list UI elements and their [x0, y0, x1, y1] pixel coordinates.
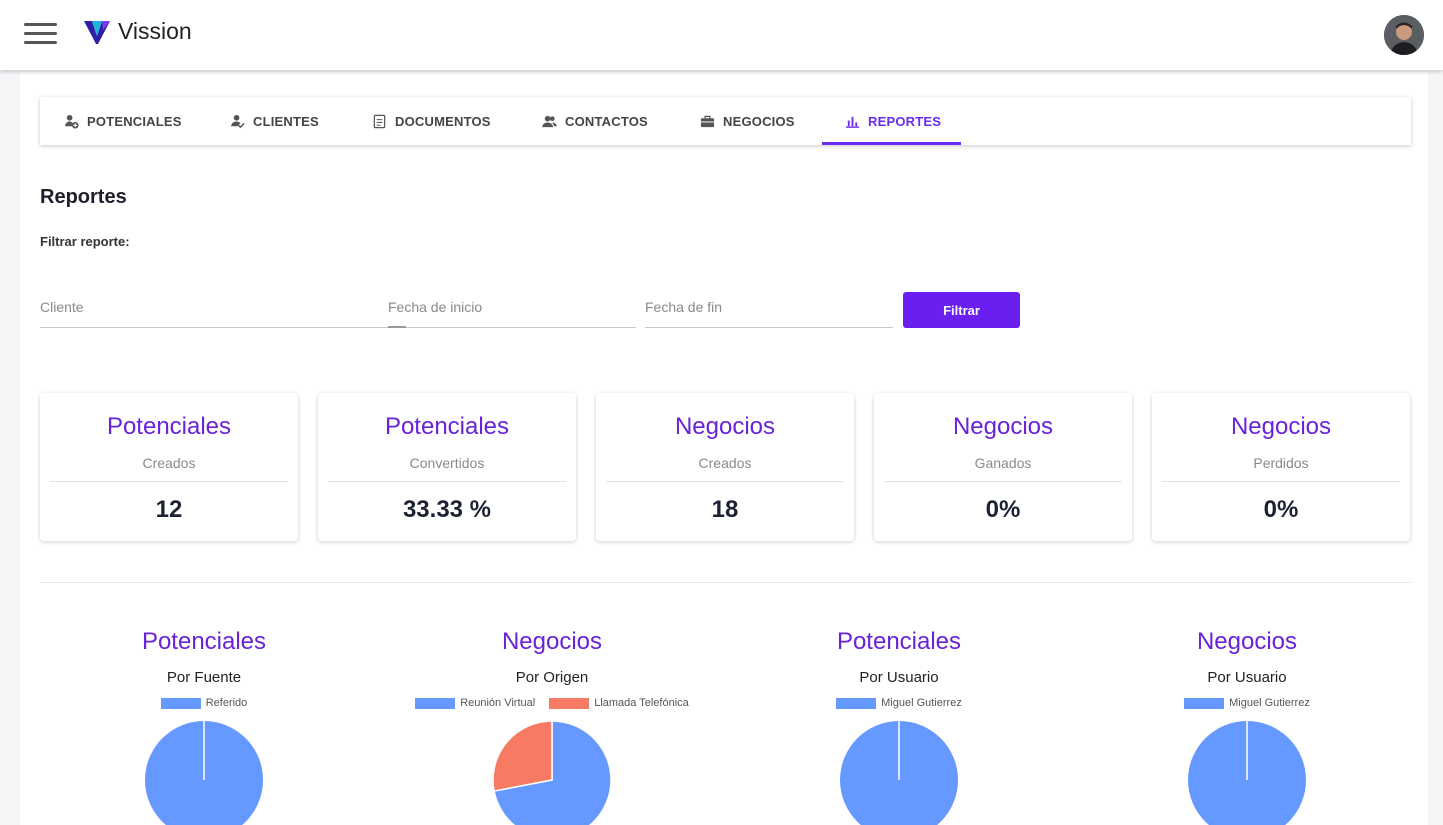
briefcase-icon [700, 115, 715, 127]
legend-swatch [549, 697, 590, 709]
chart-legend: Referido [39, 697, 369, 709]
legend-label: Miguel Gutierrez [881, 697, 962, 709]
chart-subtitle: Por Usuario [859, 669, 939, 686]
fecha-fin-field [645, 292, 893, 328]
vission-logo-icon [84, 21, 110, 44]
chart-potenciales-fuente: Potenciales Por Fuente Referido [39, 620, 369, 825]
filter-label: Filtrar reporte: [40, 234, 130, 249]
tab-label: CONTACTOS [565, 113, 648, 129]
stat-card: Potenciales Creados 12 [40, 393, 298, 541]
chart-title: Potenciales [141, 628, 267, 655]
legend-item[interactable]: Llamada Telefónica [549, 697, 689, 709]
stat-subtitle: Perdidos [1253, 455, 1309, 471]
stat-card: Potenciales Convertidos 33.33 % [318, 393, 576, 541]
legend-label: Llamada Telefónica [594, 697, 689, 709]
fecha-fin-input[interactable] [645, 292, 893, 322]
stat-value: 18 [711, 496, 739, 523]
person-check-icon [230, 114, 245, 128]
person-add-icon [64, 114, 79, 129]
tab-label: POTENCIALES [87, 113, 182, 129]
pie-chart [1188, 721, 1306, 825]
stat-subtitle: Ganados [974, 455, 1032, 471]
legend-swatch [836, 697, 877, 709]
legend-swatch [160, 697, 201, 709]
stat-subtitle: Creados [142, 455, 196, 471]
legend-label: Miguel Gutierrez [1229, 697, 1310, 709]
avatar[interactable] [1384, 15, 1424, 55]
section-divider [40, 582, 1411, 583]
bar-chart-icon [845, 116, 860, 128]
chart-subtitle: Por Fuente [166, 669, 242, 686]
stat-value: 0% [1263, 496, 1299, 523]
chart-subtitle: Por Origen [515, 669, 589, 686]
stat-title: Negocios [674, 413, 776, 440]
tab-label: CLIENTES [253, 113, 319, 129]
cliente-field [40, 292, 388, 328]
tab-label: NEGOCIOS [723, 113, 795, 129]
top-app-bar: Vission [0, 0, 1443, 70]
stat-value: 0% [985, 496, 1021, 523]
stat-subtitle: Convertidos [409, 455, 485, 471]
tab-reportes[interactable]: REPORTES [845, 97, 941, 145]
stat-title: Potenciales [384, 413, 510, 440]
pie-chart [840, 721, 958, 825]
stat-divider [328, 481, 566, 482]
fecha-inicio-input[interactable] [388, 292, 636, 322]
main-content: POTENCIALES CLIENTES DOCUMENTOS CONTACTO… [20, 72, 1428, 825]
cliente-input[interactable] [40, 292, 388, 322]
chart-negocios-usuario: Negocios Por Usuario Miguel Gutierrez [1082, 620, 1412, 825]
field-focus-mark [388, 326, 406, 328]
stat-subtitle: Creados [698, 455, 752, 471]
menu-icon[interactable] [24, 23, 57, 45]
stat-title: Negocios [1230, 413, 1332, 440]
pie-chart [492, 720, 612, 825]
tab-clientes[interactable]: CLIENTES [230, 97, 319, 145]
legend-item[interactable]: Reunión Virtual [415, 697, 535, 709]
legend-item[interactable]: Miguel Gutierrez [1184, 697, 1310, 709]
chart-title: Negocios [1196, 628, 1298, 655]
stat-card: Negocios Perdidos 0% [1152, 393, 1410, 541]
tab-documentos[interactable]: DOCUMENTOS [372, 97, 491, 145]
stat-divider [606, 481, 844, 482]
legend-label: Reunión Virtual [460, 697, 536, 709]
stat-value: 33.33 % [402, 496, 492, 523]
page-title: Reportes [40, 186, 127, 208]
legend-label: Referido [205, 697, 248, 709]
pie-slice[interactable] [492, 720, 553, 792]
active-tab-indicator [822, 142, 961, 145]
chart-legend: Miguel Gutierrez [1082, 697, 1412, 709]
chart-negocios-origen: Negocios Por Origen Reunión Virtual Llam… [387, 620, 717, 825]
chart-subtitle: Por Usuario [1207, 669, 1287, 686]
chart-legend: Reunión Virtual Llamada Telefónica [387, 697, 717, 709]
chart-legend: Miguel Gutierrez [734, 697, 1064, 709]
tab-label: DOCUMENTOS [395, 113, 491, 129]
legend-swatch [1184, 697, 1225, 709]
stat-card: Negocios Creados 18 [596, 393, 854, 541]
stat-title: Negocios [952, 413, 1054, 440]
contacts-icon [542, 115, 557, 127]
stat-card: Negocios Ganados 0% [874, 393, 1132, 541]
tab-negocios[interactable]: NEGOCIOS [700, 97, 795, 145]
fecha-inicio-field [388, 292, 636, 328]
tab-potenciales[interactable]: POTENCIALES [64, 97, 182, 145]
legend-item[interactable]: Miguel Gutierrez [836, 697, 962, 709]
chart-title: Potenciales [836, 628, 962, 655]
stat-value: 12 [155, 496, 183, 523]
stat-divider [1162, 481, 1400, 482]
pie-chart [145, 721, 263, 825]
brand-name[interactable]: Vission [118, 18, 192, 45]
chart-potenciales-usuario: Potenciales Por Usuario Miguel Gutierrez [734, 620, 1064, 825]
tab-contactos[interactable]: CONTACTOS [542, 97, 648, 145]
legend-item[interactable]: Referido [160, 697, 248, 709]
document-icon [373, 114, 386, 128]
filtrar-button[interactable]: Filtrar [903, 292, 1020, 328]
stat-divider [50, 481, 288, 482]
legend-swatch [415, 697, 456, 709]
tab-label: REPORTES [868, 113, 942, 129]
stat-divider [884, 481, 1122, 482]
chart-title: Negocios [501, 628, 603, 655]
stat-title: Potenciales [106, 413, 232, 440]
tab-bar: POTENCIALES CLIENTES DOCUMENTOS CONTACTO… [40, 97, 1411, 145]
